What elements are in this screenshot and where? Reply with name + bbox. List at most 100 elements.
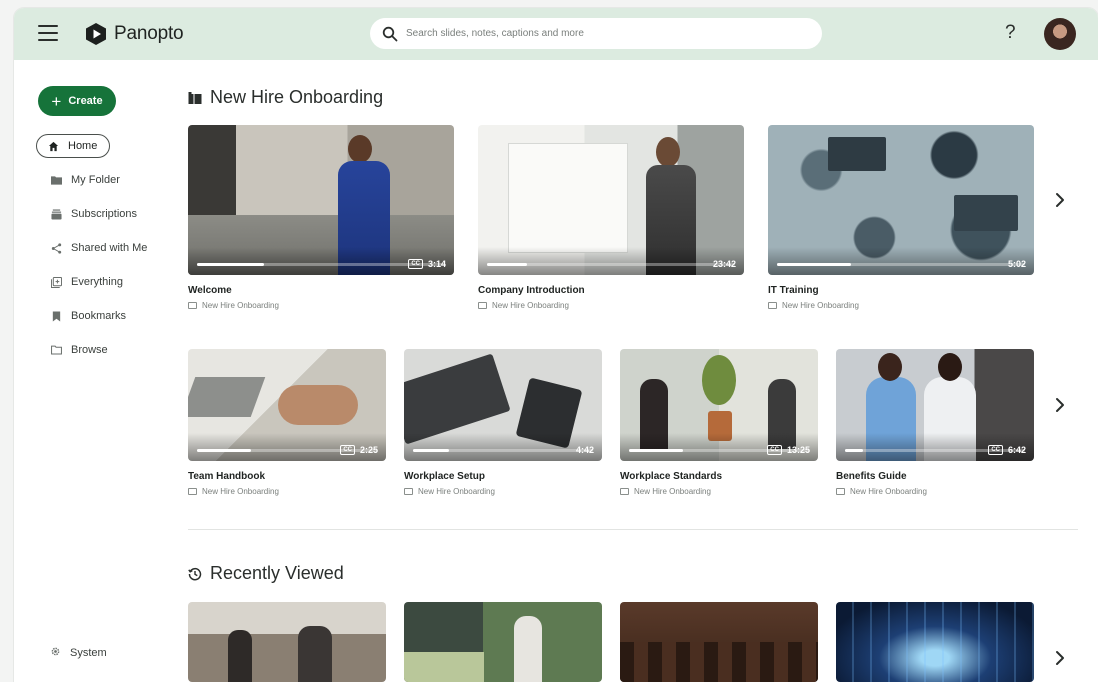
duration-text: 5:02 xyxy=(1007,259,1026,269)
video-thumbnail[interactable]: 5:02 xyxy=(768,125,1034,275)
share-icon xyxy=(50,242,62,254)
video-folder-label: New Hire Onboarding xyxy=(634,487,711,496)
app-window: Panopto ? + Create Home My Folder Subscr… xyxy=(14,8,1098,682)
chevron-right-icon[interactable] xyxy=(1050,395,1070,415)
video-card-welcome[interactable]: CC 3:14 Welcome New Hire Onboarding xyxy=(188,125,454,310)
video-card-company-introduction[interactable]: 23:42 Company Introduction New Hire Onbo… xyxy=(478,125,744,310)
video-title[interactable]: Workplace Setup xyxy=(404,471,602,482)
chevron-right-icon[interactable] xyxy=(1050,648,1070,668)
sidebar-item-subscriptions[interactable]: Subscriptions xyxy=(36,202,137,226)
create-label: Create xyxy=(68,95,103,107)
section-title-onboarding: New Hire Onboarding xyxy=(188,87,383,108)
chevron-right-icon[interactable] xyxy=(1050,190,1070,210)
video-thumbnail[interactable] xyxy=(836,602,1034,682)
video-folder[interactable]: New Hire Onboarding xyxy=(478,301,744,310)
progress-fill xyxy=(777,263,852,266)
progress-fill xyxy=(413,449,449,452)
video-thumbnail[interactable]: CC 3:14 xyxy=(188,125,454,275)
video-thumbnail[interactable] xyxy=(404,602,602,682)
duration-badge: CC 6:42 xyxy=(988,445,1026,455)
duration-badge: CC 13:25 xyxy=(767,445,810,455)
sidebar-item-system[interactable]: System xyxy=(50,646,107,660)
section-title-text: New Hire Onboarding xyxy=(210,87,384,107)
duration-badge: 23:42 xyxy=(713,259,736,269)
video-title[interactable]: Workplace Standards xyxy=(620,471,818,482)
recent-video-card[interactable] xyxy=(188,602,386,682)
video-folder[interactable]: New Hire Onboarding xyxy=(188,487,386,496)
search-bar[interactable] xyxy=(370,18,822,49)
duration-text: 2:25 xyxy=(359,445,378,455)
video-folder-label: New Hire Onboarding xyxy=(850,487,927,496)
video-title[interactable]: IT Training xyxy=(768,285,1034,296)
video-folder[interactable]: New Hire Onboarding xyxy=(620,487,818,496)
video-folder-label: New Hire Onboarding xyxy=(418,487,495,496)
app-name: Panopto xyxy=(114,23,184,44)
create-button[interactable]: + Create xyxy=(38,86,116,116)
video-folder[interactable]: New Hire Onboarding xyxy=(404,487,602,496)
video-title[interactable]: Welcome xyxy=(188,285,454,296)
menu-icon[interactable] xyxy=(38,25,58,41)
sidebar-item-label: Browse xyxy=(71,344,108,356)
video-card-workplace-standards[interactable]: CC 13:25 Workplace Standards New Hire Onb… xyxy=(620,349,818,496)
avatar[interactable] xyxy=(1044,18,1076,50)
progress-fill xyxy=(629,449,683,452)
folder-icon xyxy=(768,302,777,309)
video-card-workplace-setup[interactable]: 4:42 Workplace Setup New Hire Onboarding xyxy=(404,349,602,496)
video-thumbnail[interactable] xyxy=(188,602,386,682)
video-title[interactable]: Benefits Guide xyxy=(836,471,1034,482)
sidebar-item-label: Subscriptions xyxy=(71,208,138,220)
stack-icon xyxy=(50,276,62,288)
video-thumbnail[interactable] xyxy=(620,602,818,682)
progress-fill xyxy=(197,263,264,266)
video-card-it-training[interactable]: 5:02 IT Training New Hire Onboarding xyxy=(768,125,1034,310)
progress-bar xyxy=(487,263,735,266)
sidebar-item-label: Home xyxy=(68,140,98,152)
recent-video-card[interactable] xyxy=(404,602,602,682)
video-folder-label: New Hire Onboarding xyxy=(492,301,569,310)
progress-bar xyxy=(413,449,593,452)
sidebar-item-bookmarks[interactable]: Bookmarks xyxy=(36,304,126,328)
video-thumbnail[interactable]: CC 6:42 xyxy=(836,349,1034,461)
duration-badge: 5:02 xyxy=(1008,259,1026,269)
video-folder[interactable]: New Hire Onboarding xyxy=(188,301,454,310)
video-folder[interactable]: New Hire Onboarding xyxy=(836,487,1034,496)
video-title[interactable]: Company Introduction xyxy=(478,285,744,296)
video-folder[interactable]: New Hire Onboarding xyxy=(768,301,1034,310)
bookmark-icon xyxy=(50,310,62,322)
video-thumbnail[interactable]: 4:42 xyxy=(404,349,602,461)
help-button[interactable]: ? xyxy=(1005,22,1016,44)
sidebar-item-browse[interactable]: Browse xyxy=(36,338,108,362)
folder-icon xyxy=(620,488,629,495)
folder-icon xyxy=(188,488,197,495)
folder-icon xyxy=(478,302,487,309)
folder-icon xyxy=(836,488,845,495)
sidebar-item-home[interactable]: Home xyxy=(36,134,110,158)
section-divider xyxy=(188,529,1078,530)
duration-badge: CC 3:14 xyxy=(408,259,446,269)
video-thumbnail[interactable]: 23:42 xyxy=(478,125,744,275)
section-title-recent: Recently Viewed xyxy=(188,563,344,584)
logo[interactable]: Panopto xyxy=(84,22,184,46)
closed-captions-icon: CC xyxy=(988,445,1003,455)
sidebar-item-my-folder[interactable]: My Folder xyxy=(36,168,120,192)
search-icon xyxy=(382,26,398,41)
section-title-text: Recently Viewed xyxy=(210,563,344,583)
video-thumbnail[interactable]: CC 13:25 xyxy=(620,349,818,461)
panopto-logo-icon xyxy=(86,23,106,45)
duration-badge: CC 2:25 xyxy=(340,445,378,455)
video-card-team-handbook[interactable]: CC 2:25 Team Handbook New Hire Onboarding xyxy=(188,349,386,496)
duration-badge: 4:42 xyxy=(576,445,594,455)
duration-text: 3:14 xyxy=(427,259,446,269)
progress-fill xyxy=(197,449,251,452)
search-input[interactable] xyxy=(406,28,806,39)
subscriptions-icon xyxy=(50,208,62,220)
recent-video-card[interactable] xyxy=(620,602,818,682)
sidebar-item-everything[interactable]: Everything xyxy=(36,270,123,294)
sidebar-item-shared-with-me[interactable]: Shared with Me xyxy=(36,236,147,260)
home-icon xyxy=(47,140,59,152)
video-card-benefits-guide[interactable]: CC 6:42 Benefits Guide New Hire Onboardin… xyxy=(836,349,1034,496)
recent-video-card[interactable] xyxy=(836,602,1034,682)
folder-filled-icon xyxy=(50,174,62,186)
video-title[interactable]: Team Handbook xyxy=(188,471,386,482)
video-thumbnail[interactable]: CC 2:25 xyxy=(188,349,386,461)
